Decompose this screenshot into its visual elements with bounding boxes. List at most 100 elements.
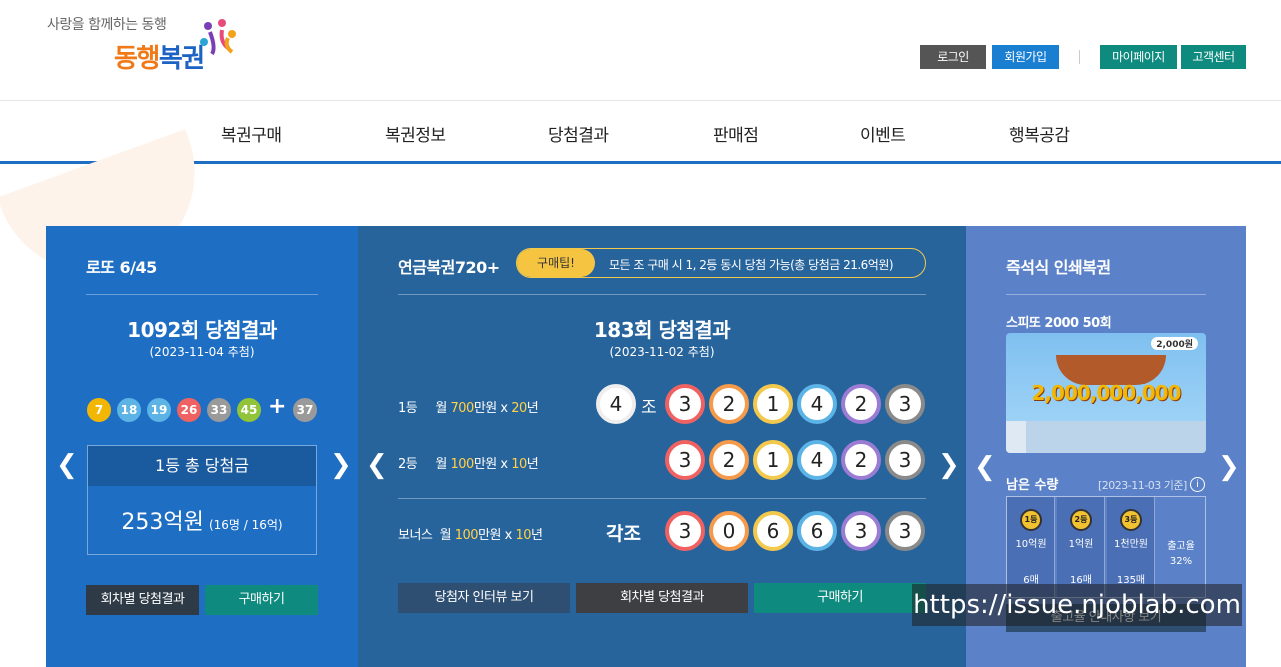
header-divider xyxy=(1079,50,1080,64)
each-group-label: 각조 xyxy=(606,523,641,545)
medal-icon: 3등 xyxy=(1120,509,1142,531)
ship-label: 출고율 xyxy=(1167,541,1195,552)
signup-button[interactable]: 회원가입 xyxy=(992,45,1059,69)
logo-people-icon xyxy=(200,19,236,56)
group-label: 조 xyxy=(641,398,657,418)
instant-title: 즉석식 인쇄복권 xyxy=(1006,258,1111,277)
nav-item-stores[interactable]: 판매점 xyxy=(713,121,759,146)
nav-item-happiness[interactable]: 행복공감 xyxy=(1009,121,1070,146)
digit-ball: 2 xyxy=(709,384,749,424)
site-header: 사랑을 함께하는 동행 동행복권 로그인 회원가입 마이페이지 고객센터 xyxy=(0,0,1281,100)
lotto-ball: 19 xyxy=(147,398,171,422)
lotto-ball: 18 xyxy=(117,398,141,422)
lotto-ball: 7 xyxy=(87,398,111,422)
nav-item-buy[interactable]: 복권구매 xyxy=(221,121,282,146)
pension-date: (2023-11-02 추첨) xyxy=(609,345,715,359)
lotto-bonus-ball: 37 xyxy=(293,398,317,422)
lotto-round-title: 1092회 당첨결과 xyxy=(127,318,277,342)
pension-history-button[interactable]: 회차별 당첨결과 xyxy=(576,583,748,613)
digit-ball: 2 xyxy=(841,440,881,480)
nav-item-results[interactable]: 당첨결과 xyxy=(548,121,609,146)
next-arrow-icon[interactable]: ❯ xyxy=(938,452,960,478)
prev-arrow-icon[interactable]: ❮ xyxy=(366,452,388,478)
prev-arrow-icon[interactable]: ❮ xyxy=(56,452,78,478)
digit-ball: 6 xyxy=(797,511,837,551)
stock-column-2nd: 2등 1억원 16매 xyxy=(1057,497,1105,597)
next-arrow-icon[interactable]: ❯ xyxy=(1218,454,1240,480)
winner-interview-button[interactable]: 당첨자 인터뷰 보기 xyxy=(398,583,570,613)
digit-ball: 3 xyxy=(885,511,925,551)
pension-title: 연금복권720+ xyxy=(398,258,500,277)
lotto-date: (2023-11-04 추첨) xyxy=(149,345,255,359)
digit-ball: 1 xyxy=(753,440,793,480)
info-icon[interactable]: i xyxy=(1190,477,1205,492)
remain-label: 남은 수량 xyxy=(1006,478,1059,493)
digit-ball: 3 xyxy=(665,384,705,424)
digit-ball: 0 xyxy=(709,511,749,551)
prev-arrow-icon[interactable]: ❮ xyxy=(974,454,996,480)
lotto-ball: 45 xyxy=(237,398,261,422)
digit-ball: 3 xyxy=(665,440,705,480)
rank1-label: 1등 월 700만원 x 20년 xyxy=(398,401,539,416)
slogan: 사랑을 함께하는 동행 xyxy=(47,17,167,33)
rank2-label: 2등 월 100만원 x 10년 xyxy=(398,457,539,472)
mypage-button[interactable]: 마이페이지 xyxy=(1100,45,1177,69)
product-name: 스피또 2000 50회 xyxy=(1006,316,1112,331)
digit-ball: 3 xyxy=(885,384,925,424)
digit-ball: 1 xyxy=(753,384,793,424)
digit-ball: 2 xyxy=(841,384,881,424)
prize-box: 1등 총 당첨금 253억원 (16명 / 16억) xyxy=(87,445,317,555)
next-arrow-icon[interactable]: ❯ xyxy=(330,452,352,478)
plus-icon: + xyxy=(268,394,287,419)
remaining-stock-table: 1등 10억원 6매 2등 1억원 16매 3등 1천만원 135매 출고율 3… xyxy=(1006,496,1206,598)
scratch-area xyxy=(1006,421,1206,453)
divider xyxy=(1006,294,1206,295)
login-button[interactable]: 로그인 xyxy=(920,45,986,69)
divider xyxy=(398,498,926,499)
pension-round-title: 183회 당첨결과 xyxy=(593,318,731,342)
bonus-label: 보너스 월 100만원 x 10년 xyxy=(398,528,543,543)
pension-buy-button[interactable]: 구매하기 xyxy=(754,583,926,613)
medal-icon: 1등 xyxy=(1020,509,1042,531)
digit-ball: 3 xyxy=(885,440,925,480)
customer-center-button[interactable]: 고객센터 xyxy=(1181,45,1246,69)
lotto-history-button[interactable]: 회차별 당첨결과 xyxy=(86,585,199,615)
prize-label: 1등 총 당첨금 xyxy=(88,446,316,486)
digit-ball: 6 xyxy=(753,511,793,551)
lotto-title: 로또 6/45 xyxy=(86,258,157,277)
lotto-panel: 로또 6/45 1092회 당첨결과 (2023-11-04 추첨) 7 18 … xyxy=(46,226,358,667)
remain-date: [2023-11-03 기준] xyxy=(1098,479,1187,492)
stock-column-3rd: 3등 1천만원 135매 xyxy=(1107,497,1155,597)
stock-prize: 1억원 xyxy=(1068,539,1094,550)
ticket-amount: 2,000,000,000 xyxy=(1031,381,1182,405)
prize-amount-row: 253억원 (16명 / 16억) xyxy=(88,486,316,536)
digit-ball: 4 xyxy=(797,440,837,480)
lotto-ball: 33 xyxy=(207,398,231,422)
digit-ball: 2 xyxy=(709,440,749,480)
lotto-buy-button[interactable]: 구매하기 xyxy=(205,585,318,615)
stock-prize: 1천만원 xyxy=(1114,539,1148,550)
ship-rate-box: 출고율 32% xyxy=(1157,497,1205,597)
divider xyxy=(86,294,318,295)
nav-item-events[interactable]: 이벤트 xyxy=(860,121,906,146)
prize-amount: 253억원 xyxy=(121,510,204,535)
speetto-ticket-image[interactable]: 2,000원 2,000,000,000 xyxy=(1006,333,1206,453)
group-ball: 4 xyxy=(596,384,636,424)
lotto-ball: 26 xyxy=(177,398,201,422)
watermark-url: https://issue.njoblab.com xyxy=(912,584,1242,626)
nav-item-info[interactable]: 복권정보 xyxy=(385,121,446,146)
digit-ball: 4 xyxy=(797,384,837,424)
prize-detail: (16명 / 16억) xyxy=(208,518,283,532)
medal-icon: 2등 xyxy=(1070,509,1092,531)
stock-column-1st: 1등 10억원 6매 xyxy=(1007,497,1055,597)
ship-rate: 32% xyxy=(1169,556,1193,567)
site-logo[interactable]: 동행복권 xyxy=(114,38,205,75)
digit-ball: 3 xyxy=(841,511,881,551)
divider xyxy=(398,294,926,295)
tip-label: 구매팁! xyxy=(517,249,595,277)
tip-text: 모든 조 구매 시 1, 2등 동시 당첨 가능(총 당첨금 21.6억원) xyxy=(609,258,894,272)
pension-panel: 연금복권720+ 구매팁! 모든 조 구매 시 1, 2등 동시 당첨 가능(총… xyxy=(358,226,966,667)
ticket-price: 2,000원 xyxy=(1151,337,1198,350)
digit-ball: 3 xyxy=(665,511,705,551)
purchase-tip: 구매팁! 모든 조 구매 시 1, 2등 동시 당첨 가능(총 당첨금 21.6… xyxy=(516,248,926,278)
